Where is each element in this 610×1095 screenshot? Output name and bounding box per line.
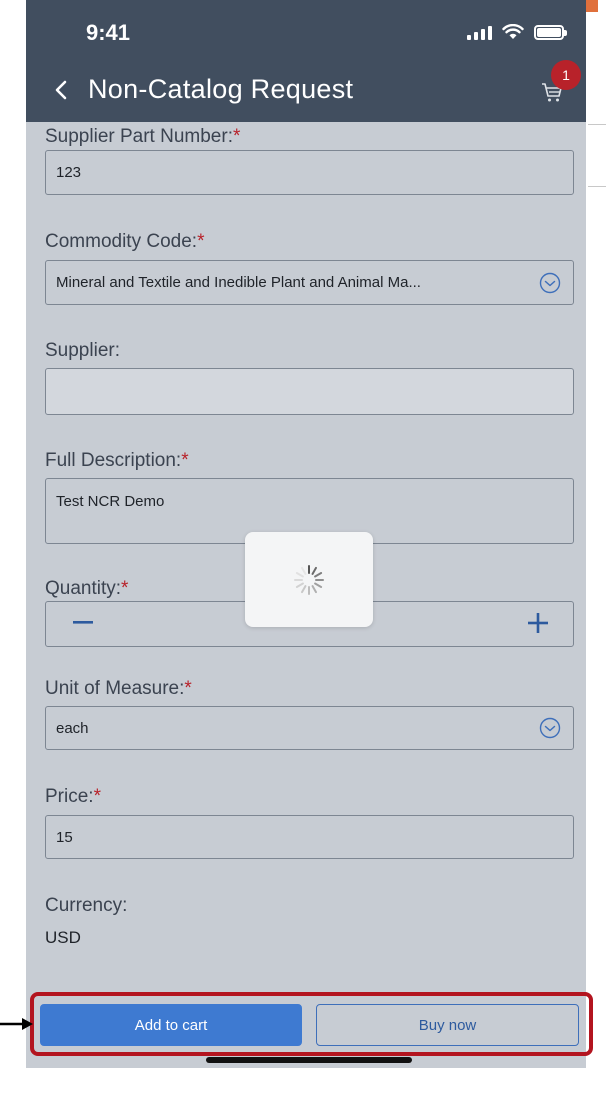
arrow-icon <box>0 1018 33 1030</box>
unit-of-measure-select[interactable]: each <box>45 706 574 750</box>
back-button[interactable] <box>46 70 76 110</box>
page-title: Non-Catalog Request <box>88 74 354 104</box>
commodity-code-value: Mineral and Textile and Inedible Plant a… <box>56 274 421 291</box>
currency-label: Currency: <box>45 895 128 916</box>
divider <box>588 186 606 187</box>
chevron-left-icon <box>55 80 67 100</box>
adjacent-window-strip <box>586 0 610 1095</box>
supplier-label: Supplier: <box>45 340 120 361</box>
chevron-down-icon <box>539 272 561 293</box>
phone-screen: 9:41 Non-Catalog Request 1 Supplier Part… <box>26 0 586 1068</box>
signal-icon <box>467 24 492 40</box>
supplier-part-number-input[interactable]: 123 <box>45 150 574 195</box>
status-icons <box>467 22 567 42</box>
commodity-code-label: Commodity Code:* <box>45 231 205 252</box>
wifi-icon <box>502 24 524 39</box>
price-value: 15 <box>56 828 73 846</box>
full-description-value: Test NCR Demo <box>56 493 165 510</box>
quantity-increment-button[interactable] <box>523 608 553 638</box>
spinner-icon <box>294 564 324 595</box>
chevron-down-icon <box>539 717 561 739</box>
plus-icon <box>528 613 548 633</box>
commodity-code-select[interactable]: Mineral and Textile and Inedible Plant a… <box>45 260 574 305</box>
loading-indicator <box>245 532 373 627</box>
supplier-part-number-value: 123 <box>56 164 82 181</box>
unit-of-measure-label: Unit of Measure:* <box>45 678 192 699</box>
divider <box>588 124 606 125</box>
supplier-input[interactable] <box>45 368 574 415</box>
home-indicator[interactable] <box>206 1057 412 1063</box>
status-time: 9:41 <box>86 20 131 45</box>
app-header: 9:41 Non-Catalog Request 1 <box>26 0 586 122</box>
price-input[interactable]: 15 <box>45 815 574 859</box>
quantity-label: Quantity:* <box>45 578 129 599</box>
price-label: Price:* <box>45 786 101 807</box>
unit-of-measure-value: each <box>56 719 89 737</box>
currency-value: USD <box>45 928 81 947</box>
highlight-frame <box>30 992 593 1056</box>
full-description-label: Full Description:* <box>45 450 189 471</box>
battery-icon <box>534 24 567 40</box>
supplier-part-number-label: Supplier Part Number:* <box>45 126 241 147</box>
cart-badge: 1 <box>551 60 581 90</box>
adjacent-window-accent <box>586 0 598 12</box>
